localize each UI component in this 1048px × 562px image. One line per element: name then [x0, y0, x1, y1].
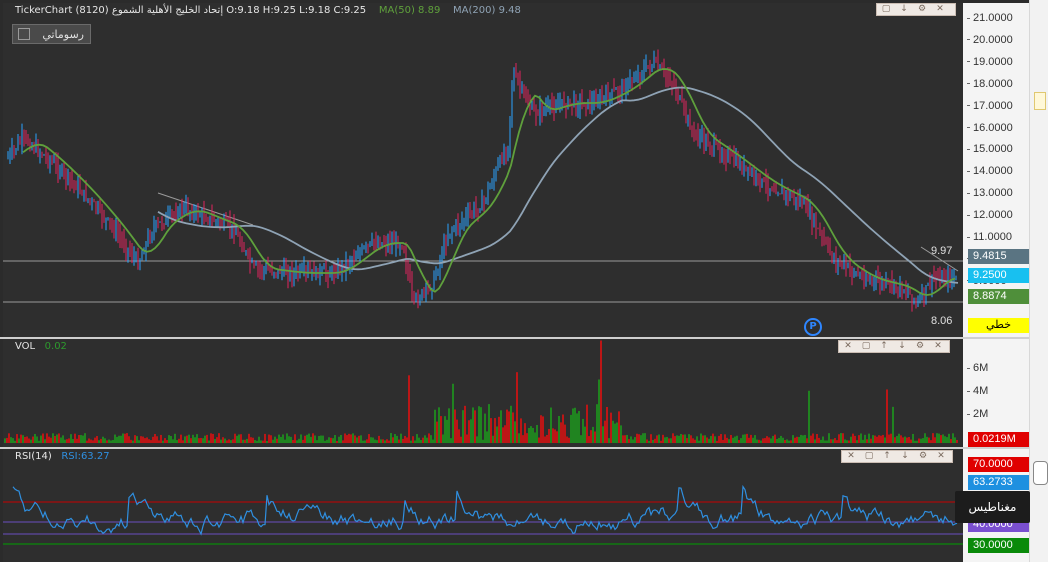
- window-icon[interactable]: ▢: [877, 4, 895, 15]
- chart-window: TickerChart إتحاد الخليج الأهلية الشموع …: [0, 0, 1048, 562]
- rsi-plot[interactable]: [3, 449, 963, 562]
- close-icon[interactable]: ✕: [842, 451, 860, 462]
- volume-label: VOL: [15, 341, 36, 352]
- volume-axis[interactable]: 6M 4M 2M: [963, 339, 1029, 447]
- price-legend: TickerChart إتحاد الخليج الأهلية الشموع …: [15, 5, 521, 16]
- ma200-label: MA(200): [453, 5, 496, 16]
- close-icon[interactable]: ✕: [839, 341, 857, 352]
- price-axis[interactable]: 21.0000 20.0000 19.0000 18.0000 17.0000 16.00…: [963, 3, 1029, 337]
- price-tick: 16.0000: [967, 122, 1013, 134]
- price-pane[interactable]: TickerChart إتحاد الخليج الأهلية الشموع …: [3, 3, 963, 337]
- volume-legend: VOL 0.02: [15, 341, 67, 352]
- price-tick: 12.0000: [967, 209, 1013, 221]
- price-tick: 20.0000: [967, 34, 1013, 46]
- ma50-value: 8.89: [418, 5, 441, 16]
- arrow-up-icon[interactable]: ↑: [875, 341, 893, 352]
- volume-plot[interactable]: [3, 339, 963, 447]
- rsi-pane-toolbox: ✕ ▢ ↑ ↓ ⚙ ✕: [841, 450, 953, 463]
- pencil-icon: [18, 28, 30, 40]
- price-tick: 17.0000: [967, 100, 1013, 112]
- my-drawings-button[interactable]: رسوماتي: [12, 24, 91, 44]
- price-tick: 15.0000: [967, 143, 1013, 155]
- price-pane-toolbox: ▢ ↓ ⚙ ✕: [876, 3, 956, 16]
- ma50-label: MA(50): [378, 5, 415, 16]
- ma200-value: 9.48: [498, 5, 521, 16]
- volume-tick: 4M: [967, 385, 988, 397]
- price-tick: 19.0000: [967, 56, 1013, 68]
- volume-tag: 0.0219M: [968, 432, 1029, 447]
- arrow-down-icon[interactable]: ↓: [893, 341, 911, 352]
- ma50-price-tag: 8.8874: [968, 289, 1029, 304]
- ma200-price-tag: 9.4815: [968, 249, 1029, 264]
- volume-tick: 6M: [967, 362, 988, 374]
- rsi-lower-tag: 30.0000: [968, 538, 1029, 553]
- rsi-label: RSI(14): [15, 451, 52, 462]
- upper-line-label: 9.97: [931, 245, 953, 257]
- arrow-down-icon[interactable]: ↓: [895, 4, 913, 15]
- rsi-upper-tag: 70.0000: [968, 457, 1029, 472]
- p-badge[interactable]: P: [804, 318, 822, 336]
- volume-pane-toolbox: ✕ ▢ ↑ ↓ ⚙ ✕: [838, 340, 950, 353]
- close-price-tag: 9.2500: [968, 268, 1029, 283]
- chart-type-tag[interactable]: خطي: [968, 318, 1029, 333]
- settings-icon[interactable]: ⚙: [911, 341, 929, 352]
- close-icon[interactable]: ✕: [932, 451, 950, 462]
- lower-line-label: 8.06: [931, 315, 953, 327]
- arrow-down-icon[interactable]: ↓: [896, 451, 914, 462]
- rsi-value-label: RSI:63.27: [61, 451, 110, 462]
- price-tick: 18.0000: [967, 78, 1013, 90]
- symbol-line: TickerChart إتحاد الخليج الأهلية الشموع …: [15, 5, 367, 16]
- window-icon[interactable]: ▢: [860, 451, 878, 462]
- volume-tick: 2M: [967, 408, 988, 420]
- volume-value: 0.02: [44, 341, 67, 352]
- mouse-cursor: [1033, 461, 1048, 485]
- window-icon[interactable]: ▢: [857, 341, 875, 352]
- arrow-up-icon[interactable]: ↑: [878, 451, 896, 462]
- rsi-current-tag: 63.2733: [968, 475, 1029, 490]
- settings-icon[interactable]: ⚙: [914, 451, 932, 462]
- rsi-pane[interactable]: RSI(14) RSI:63.27 ✕ ▢ ↑ ↓ ⚙ ✕: [3, 449, 963, 562]
- my-drawings-label: رسوماتي: [42, 27, 84, 41]
- volume-pane[interactable]: VOL 0.02 ✕ ▢ ↑ ↓ ⚙ ✕: [3, 339, 963, 447]
- toolbar-toggle[interactable]: [1034, 92, 1046, 110]
- settings-icon[interactable]: ⚙: [913, 4, 931, 15]
- close-icon[interactable]: ✕: [931, 4, 949, 15]
- price-plot[interactable]: [3, 3, 963, 337]
- close-icon[interactable]: ✕: [929, 341, 947, 352]
- magnet-tooltip: مغناطيس: [955, 491, 1030, 523]
- price-tick: 14.0000: [967, 165, 1013, 177]
- price-tick: 11.0000: [967, 231, 1012, 243]
- rsi-legend: RSI(14) RSI:63.27: [15, 451, 110, 462]
- price-tick: 21.0000: [967, 12, 1013, 24]
- price-tick: 13.0000: [967, 187, 1013, 199]
